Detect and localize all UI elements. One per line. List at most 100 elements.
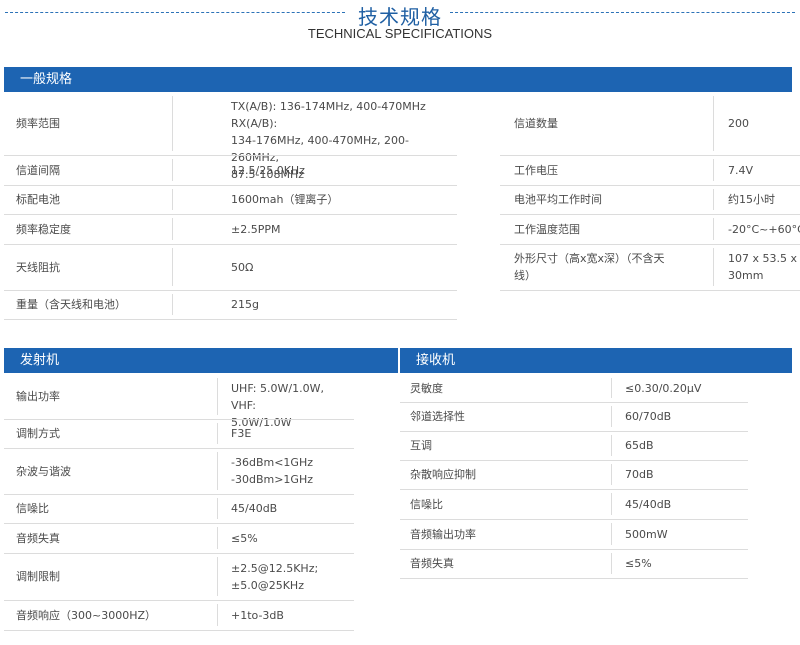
column-divider bbox=[217, 498, 218, 519]
spec-value: ≤5% bbox=[625, 555, 745, 572]
spec-value-line: 500mW bbox=[625, 527, 668, 541]
page-subtitle: TECHNICAL SPECIFICATIONS bbox=[307, 26, 493, 41]
column-divider bbox=[217, 423, 218, 444]
column-divider bbox=[611, 553, 612, 574]
spec-label-line: 信道数量 bbox=[514, 117, 558, 130]
section-header-general: 一般规格 bbox=[4, 67, 792, 92]
row-divider bbox=[400, 431, 748, 432]
spec-value: 60/70dB bbox=[625, 408, 745, 425]
spec-value: 45/40dB bbox=[231, 500, 351, 517]
spec-label: 重量（含天线和电池） bbox=[16, 298, 126, 311]
spec-value-line: 215g bbox=[231, 298, 259, 311]
section-header-transmitter: 发射机 bbox=[4, 348, 398, 373]
row-divider bbox=[4, 155, 457, 156]
spec-label: 调制限制 bbox=[16, 570, 60, 583]
spec-label: 互调 bbox=[410, 439, 432, 452]
spec-value: 7.4V bbox=[728, 162, 800, 179]
column-divider bbox=[713, 159, 714, 181]
column-divider bbox=[172, 248, 173, 286]
spec-value-line: -30dBm>1GHz bbox=[231, 473, 313, 486]
spec-value: ≤5% bbox=[231, 530, 351, 547]
spec-value-line: ±2.5@12.5KHz; bbox=[231, 561, 319, 575]
spec-value-line: 200 bbox=[728, 117, 749, 130]
column-divider bbox=[217, 452, 218, 490]
spec-value: 45/40dB bbox=[625, 496, 745, 513]
spec-value: 500mW bbox=[625, 526, 745, 543]
spec-value: -36dBm<1GHz -30dBm>1GHz bbox=[231, 454, 351, 488]
spec-value: 200 bbox=[728, 115, 800, 132]
row-divider bbox=[500, 185, 800, 186]
spec-value-line: 30mm bbox=[728, 269, 764, 282]
row-divider bbox=[4, 523, 354, 524]
row-divider bbox=[400, 460, 748, 461]
row-divider bbox=[4, 319, 457, 320]
spec-value: -20°C~+60°C bbox=[728, 221, 800, 238]
row-divider bbox=[400, 402, 748, 403]
spec-label-line: 工作温度范围 bbox=[514, 222, 580, 236]
spec-value-line: 50Ω bbox=[231, 260, 254, 274]
column-divider bbox=[611, 493, 612, 515]
spec-value-line: ±2.5PPM bbox=[231, 222, 281, 236]
spec-value-line: -36dBm<1GHz bbox=[231, 456, 313, 469]
spec-value-line: ≤5% bbox=[231, 531, 258, 545]
column-divider bbox=[217, 557, 218, 596]
spec-label: 杂散响应抑制 bbox=[410, 468, 476, 481]
column-divider bbox=[611, 406, 612, 427]
spec-value: 约15小时 bbox=[728, 191, 800, 208]
column-divider bbox=[611, 378, 612, 398]
spec-value-line: 45/40dB bbox=[231, 502, 278, 515]
spec-value-line: 约15小时 bbox=[728, 193, 775, 206]
row-divider bbox=[500, 290, 800, 291]
spec-value-line: -20°C~+60°C bbox=[728, 222, 800, 236]
column-divider bbox=[217, 604, 218, 626]
spec-value: 12.5/25.0KHz bbox=[231, 162, 456, 179]
spec-label: 外形尺寸（高x宽x深）（不含天 线） bbox=[514, 250, 674, 284]
spec-value-line: TX(A/B): 136-174MHz, 400-470MHz RX(A/B): bbox=[231, 100, 426, 130]
spec-label: 音频输出功率 bbox=[410, 527, 476, 541]
spec-value: F3E bbox=[231, 425, 351, 442]
row-divider bbox=[4, 630, 354, 631]
spec-value: ≤0.30/0.20μV bbox=[625, 380, 745, 397]
spec-value-line: 70dB bbox=[625, 468, 654, 481]
spec-label: 工作温度范围 bbox=[514, 221, 674, 238]
row-divider bbox=[400, 549, 748, 550]
spec-label: 频率稳定度 bbox=[16, 222, 71, 236]
spec-value-line: 12.5/25.0KHz bbox=[231, 163, 305, 177]
spec-value-line: UHF: 5.0W/1.0W, VHF: bbox=[231, 381, 324, 412]
row-divider bbox=[4, 185, 457, 186]
spec-label: 音频响应（300~3000HZ） bbox=[16, 608, 157, 622]
spec-label: 电池平均工作时间 bbox=[514, 191, 674, 208]
row-divider bbox=[400, 489, 748, 490]
spec-label: 灵敏度 bbox=[410, 381, 443, 395]
column-divider bbox=[172, 159, 173, 181]
row-divider bbox=[4, 600, 354, 601]
spec-label: 信道数量 bbox=[514, 115, 674, 132]
row-divider bbox=[4, 448, 354, 449]
spec-value: 50Ω bbox=[231, 259, 456, 276]
spec-label-line: 工作电压 bbox=[514, 163, 558, 177]
spec-value: 215g bbox=[231, 296, 456, 313]
row-divider bbox=[500, 155, 800, 156]
spec-label: 音频失真 bbox=[16, 531, 60, 545]
column-divider bbox=[172, 189, 173, 210]
page-header: 技术规格 TECHNICAL SPECIFICATIONS bbox=[0, 0, 800, 50]
spec-label-line: 线） bbox=[514, 269, 536, 282]
spec-value-line: ±5.0@25KHz bbox=[231, 578, 304, 592]
column-divider bbox=[611, 523, 612, 545]
column-divider bbox=[713, 248, 714, 286]
row-divider bbox=[400, 519, 748, 520]
spec-label: 音频失真 bbox=[410, 557, 454, 570]
spec-value: ±2.5@12.5KHz; ±5.0@25KHz bbox=[231, 560, 351, 594]
spec-label: 标配电池 bbox=[16, 193, 60, 206]
spec-value: UHF: 5.0W/1.0W, VHF: 5.0W/1.0W bbox=[231, 380, 351, 431]
spec-label: 信道间隔 bbox=[16, 163, 60, 177]
spec-value: 65dB bbox=[625, 437, 745, 454]
row-divider bbox=[4, 494, 354, 495]
column-divider bbox=[713, 189, 714, 210]
spec-value-line: 65dB bbox=[625, 439, 654, 452]
section-header-receiver: 接收机 bbox=[400, 348, 792, 373]
row-divider bbox=[4, 244, 457, 245]
spec-label: 调制方式 bbox=[16, 427, 60, 440]
spec-label: 信噪比 bbox=[16, 502, 49, 515]
row-divider bbox=[4, 553, 354, 554]
